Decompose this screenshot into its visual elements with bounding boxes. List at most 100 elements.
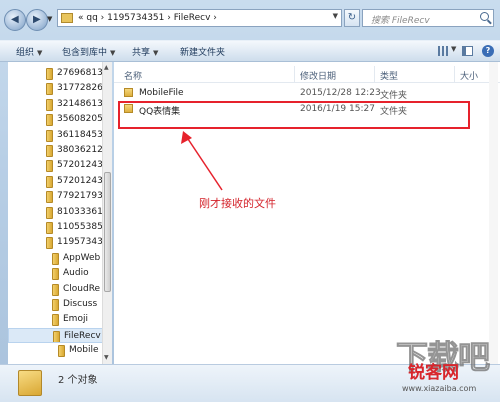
chevron-down-icon: ▼ [153, 49, 159, 57]
folder-icon [46, 237, 53, 250]
sidebar-item[interactable]: 11957343 [8, 235, 103, 250]
folder-icon [46, 145, 53, 157]
sidebar-item[interactable]: 31772826 [8, 81, 103, 96]
folder-icon [46, 206, 53, 219]
include-in-library-label: 包含到库中 [62, 48, 108, 58]
navigation-scrollbar[interactable]: ▲ ▼ [102, 62, 112, 364]
back-arrow-icon: ◀ [11, 14, 19, 25]
sidebar-item[interactable]: 36118453 [8, 128, 103, 143]
sidebar-item[interactable]: AppWeb [8, 251, 103, 266]
sidebar-item-label: CloudRe [63, 283, 101, 294]
search-placeholder: 搜索 FileRecv [371, 16, 430, 26]
sidebar-item[interactable]: Emoji [8, 312, 103, 327]
chevron-down-icon: ▼ [37, 49, 43, 57]
sidebar-item-label: 11957343 [57, 237, 103, 248]
sidebar-item-label: 36118453 [57, 129, 103, 140]
sidebar-item-label: AppWeb [63, 252, 101, 263]
sidebar-item-label: Audio [63, 268, 89, 279]
address-input[interactable]: « qq › 1195734351 › FileRecv › ▼ [57, 9, 342, 27]
sidebar-item[interactable]: 35608205 [8, 112, 103, 127]
search-icon[interactable] [480, 12, 489, 21]
column-size[interactable]: 大小 [460, 69, 478, 82]
table-row[interactable]: MobileFile 2015/12/28 12:23 文件夹 [120, 86, 490, 101]
sidebar-item-label: 57201243 [57, 160, 103, 171]
folder-icon [52, 268, 59, 281]
column-header-row: 名称 修改日期 类型 大小 [114, 66, 500, 83]
address-dropdown-icon[interactable]: ▼ [333, 12, 338, 20]
folder-icon [46, 98, 53, 111]
sidebar-item[interactable]: 38036212 [8, 143, 103, 158]
sidebar-item-label: 35608205 [57, 114, 103, 125]
sidebar-item[interactable]: 27696813 [8, 66, 103, 81]
view-options-dropdown-icon[interactable]: ▼ [451, 45, 456, 53]
refresh-icon: ↻ [347, 12, 357, 23]
sidebar-item[interactable]: 77921793 [8, 189, 103, 204]
sidebar-item-label: 38036212 [57, 145, 103, 155]
sidebar-item-label: 31772826 [57, 83, 103, 94]
sidebar-item[interactable]: CloudRe [8, 282, 103, 297]
sidebar-item[interactable]: 81033361 [8, 205, 103, 220]
scrollbar-thumb[interactable] [104, 172, 111, 292]
preview-pane-icon[interactable] [462, 46, 473, 56]
back-button[interactable]: ◀ [4, 9, 26, 31]
folder-icon [53, 330, 60, 342]
folder-icon [46, 175, 53, 188]
folder-icon [52, 314, 59, 327]
folder-icon [46, 222, 53, 234]
column-divider[interactable] [294, 66, 295, 82]
new-folder-button[interactable]: 新建文件夹 [180, 45, 225, 58]
folder-icon [46, 83, 53, 96]
column-divider[interactable] [454, 66, 455, 82]
sidebar-item[interactable]: 57201243 [8, 174, 103, 189]
folder-icon [61, 13, 73, 23]
scroll-down-icon[interactable]: ▼ [104, 354, 109, 361]
share-button[interactable]: 共享 ▼ [132, 45, 158, 58]
file-type: 文件夹 [380, 91, 408, 101]
include-in-library-button[interactable]: 包含到库中 ▼ [62, 45, 115, 58]
recent-pages-dropdown-icon[interactable]: ▼ [47, 15, 52, 23]
scroll-up-icon[interactable]: ▲ [104, 64, 109, 71]
folder-icon [46, 191, 53, 204]
sidebar-item[interactable]: FileRecv [8, 327, 103, 343]
sidebar-item-label: 57201243 [57, 175, 103, 186]
column-date[interactable]: 修改日期 [300, 69, 336, 82]
view-options-icon[interactable] [438, 46, 448, 56]
column-divider[interactable] [374, 66, 375, 82]
file-list-scrollbar-track[interactable] [489, 62, 498, 364]
sidebar-item-label: 27696813 [57, 68, 103, 78]
address-bar-area: ◀ ▶ ▼ « qq › 1195734351 › FileRecv › ▼ ↻… [0, 0, 500, 40]
search-input[interactable]: 搜索 FileRecv [362, 9, 494, 27]
watermark-url: www.xiazaiba.com [402, 384, 477, 393]
folder-icon [52, 252, 59, 265]
status-count: 2 个对象 [58, 375, 98, 386]
forward-arrow-icon: ▶ [33, 14, 41, 25]
command-bar: 组织 ▼ 包含到库中 ▼ 共享 ▼ 新建文件夹 ▼ ? [0, 40, 500, 62]
folder-icon [124, 88, 133, 97]
navigation-pane[interactable]: 27696813 31772826 32148613 35608205 36118453… [8, 62, 111, 364]
folder-icon [46, 129, 53, 142]
folder-icon [46, 68, 53, 80]
help-icon[interactable]: ? [482, 45, 494, 57]
sidebar-item[interactable]: 57201243 [8, 158, 103, 173]
sidebar-item[interactable]: 11055385 [8, 220, 103, 235]
column-name[interactable]: 名称 [124, 69, 142, 82]
refresh-button[interactable]: ↻ [344, 9, 360, 27]
forward-button[interactable]: ▶ [26, 9, 48, 31]
folder-icon [46, 114, 53, 127]
sidebar-item[interactable]: 32148613 [8, 97, 103, 112]
sidebar-item-label: Mobile [69, 345, 99, 356]
sidebar-item[interactable]: Discuss [8, 297, 103, 312]
sidebar-item[interactable]: Audio [8, 266, 103, 281]
folder-icon [58, 345, 65, 358]
folder-icon [52, 283, 59, 296]
column-type[interactable]: 类型 [380, 69, 398, 82]
organize-label: 组织 [16, 48, 35, 58]
annotation-highlight-box [118, 101, 470, 129]
sidebar-item[interactable]: Mobile [8, 343, 103, 358]
folder-icon [18, 370, 42, 396]
address-path[interactable]: « qq › 1195734351 › FileRecv › [78, 13, 217, 23]
folder-icon [52, 299, 59, 311]
chevron-down-icon: ▼ [110, 49, 116, 57]
organize-button[interactable]: 组织 ▼ [16, 45, 42, 58]
sidebar-item-label: Emoji [63, 314, 88, 325]
